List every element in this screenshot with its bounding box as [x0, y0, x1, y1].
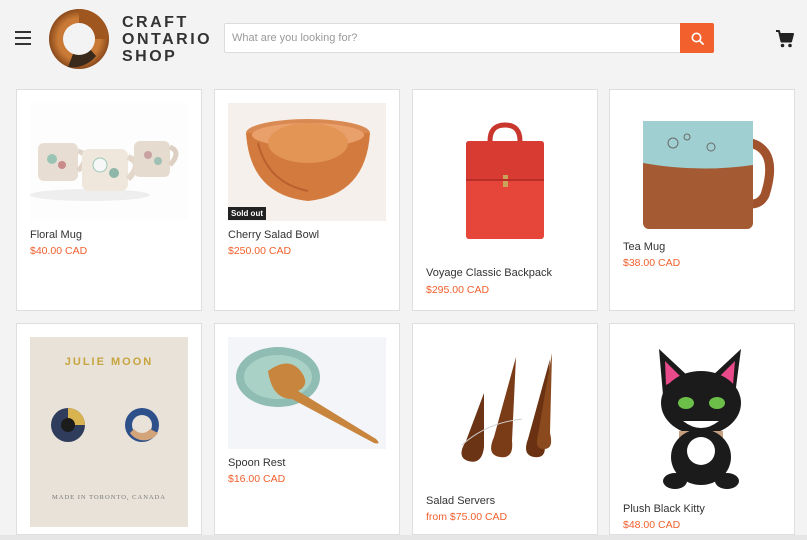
product-title[interactable]: Floral Mug [30, 229, 82, 241]
product-title[interactable]: Voyage Classic Backpack [426, 267, 552, 279]
search-input[interactable] [224, 23, 680, 53]
logo-line-3: SHOP [122, 47, 178, 65]
logo-line-2: ONTARIO [122, 30, 213, 48]
earrings-card-image: JULIE MOON MADE IN TORONTO, CANADA [30, 337, 188, 527]
product-title[interactable]: Cherry Salad Bowl [228, 229, 319, 241]
product-price: $40.00 CAD [30, 245, 88, 257]
logo-wordmark: CRAFT ONTARIO SHOP [122, 14, 212, 65]
product-card[interactable]: Spoon Rest $16.00 CAD [214, 323, 400, 535]
product-image[interactable] [426, 337, 584, 487]
product-price: $250.00 CAD [228, 245, 292, 257]
product-image[interactable] [228, 103, 386, 221]
product-card[interactable]: JULIE MOON MADE IN TORONTO, CANADA [16, 323, 202, 535]
product-card[interactable]: Voyage Classic Backpack $295.00 CAD [412, 89, 598, 311]
salad-bowl-image [228, 103, 386, 221]
spoon-rest-image [228, 337, 386, 449]
image-origin-text: MADE IN TORONTO, CANADA [52, 494, 166, 501]
backpack-image [426, 103, 584, 261]
product-card[interactable]: Salad Servers from $75.00 CAD [412, 323, 598, 535]
product-image[interactable] [623, 337, 781, 495]
product-card[interactable]: Tea Mug $38.00 CAD [609, 89, 795, 311]
product-image[interactable] [426, 103, 584, 261]
search-icon [691, 32, 704, 45]
floral-mugs-image [30, 103, 188, 221]
product-card[interactable]: Floral Mug $40.00 CAD [16, 89, 202, 311]
product-image[interactable] [228, 337, 386, 449]
search-form [224, 23, 714, 53]
search-button[interactable] [680, 23, 714, 53]
product-price: $38.00 CAD [623, 257, 681, 269]
salad-servers-image [426, 337, 584, 487]
product-image[interactable] [623, 103, 781, 233]
site-header: CRAFT ONTARIO SHOP [0, 0, 807, 80]
hamburger-icon[interactable] [15, 31, 31, 45]
plush-kitty-image [623, 337, 781, 495]
product-title[interactable]: Plush Black Kitty [623, 503, 705, 515]
product-card[interactable]: Plush Black Kitty $48.00 CAD [609, 323, 795, 535]
cart-button[interactable] [775, 29, 795, 49]
product-image[interactable] [30, 103, 188, 221]
tea-mug-image [623, 103, 781, 233]
cart-icon [776, 30, 794, 48]
sold-out-badge: Sold out [228, 207, 266, 220]
product-title[interactable]: Salad Servers [426, 495, 495, 507]
product-title[interactable]: Tea Mug [623, 241, 665, 253]
site-logo[interactable]: CRAFT ONTARIO SHOP [48, 8, 212, 70]
product-price: $16.00 CAD [228, 473, 286, 485]
logo-line-1: CRAFT [122, 13, 189, 31]
scroll-edge-divider [0, 535, 807, 540]
logo-ring-icon [49, 9, 109, 69]
image-brand-text: JULIE MOON [65, 356, 153, 368]
product-image[interactable]: JULIE MOON MADE IN TORONTO, CANADA [30, 337, 188, 527]
product-price: from $75.00 CAD [426, 511, 508, 523]
product-card[interactable]: Sold out Cherry Salad Bowl $250.00 CAD [214, 89, 400, 311]
product-price: $48.00 CAD [623, 519, 681, 531]
product-title[interactable]: Spoon Rest [228, 457, 285, 469]
product-price: $295.00 CAD [426, 284, 490, 296]
